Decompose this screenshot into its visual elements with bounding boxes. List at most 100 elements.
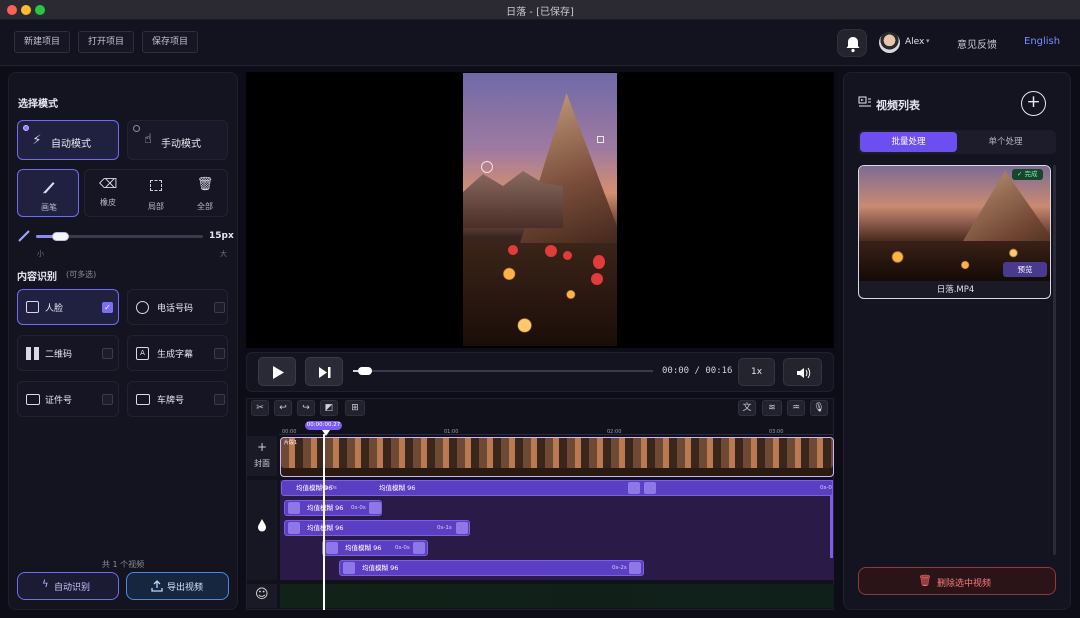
detect-id-label: 证件号 — [45, 396, 73, 406]
playhead-line[interactable] — [323, 434, 325, 610]
add-media-button[interactable]: ⊞ — [345, 400, 365, 416]
translate-icon: 文 — [742, 403, 752, 413]
cover-track-header[interactable]: + 封面 — [247, 436, 277, 476]
tab-batch[interactable]: 批量处理 — [860, 132, 957, 152]
add-video-button[interactable]: + — [1021, 91, 1046, 116]
effect-clip[interactable]: 均值模糊 96 0s-0s 均值模糊 96 0s-0s — [281, 480, 833, 496]
user-avatar[interactable] — [879, 32, 900, 53]
lightning-icon: ϟ — [42, 579, 49, 590]
language-switch[interactable]: English — [1024, 36, 1060, 47]
detect-id-card[interactable]: 证件号 — [17, 381, 119, 417]
playhead-time: 00:00:00.27 — [305, 421, 342, 430]
auto-wand-icon: ⚡ — [32, 133, 42, 148]
detect-qrcode-card[interactable]: 二维码 — [17, 335, 119, 371]
crop-button[interactable]: ◩ — [320, 400, 338, 416]
clip-handle[interactable] — [343, 562, 355, 574]
feedback-link[interactable]: 意见反馈 — [957, 36, 997, 51]
bell-icon — [846, 37, 860, 53]
detect-face-card[interactable]: 人脸 ✓ — [17, 289, 119, 325]
notification-button[interactable] — [837, 29, 867, 57]
new-project-button[interactable]: 新建项目 — [14, 31, 71, 53]
detect-section-title: 内容识别 — [17, 272, 57, 283]
subtitle-checkbox[interactable] — [214, 348, 225, 359]
clip-handle[interactable] — [644, 482, 656, 494]
auto-mode-label: 自动模式 — [51, 139, 91, 150]
play-button[interactable] — [258, 357, 296, 386]
cut-button[interactable]: ✂ — [251, 400, 269, 416]
detect-subtitle-card[interactable]: A 生成字幕 — [127, 335, 228, 371]
auto-detect-button[interactable]: ϟ 自动识别 — [17, 572, 119, 600]
crop-icon: ◩ — [324, 403, 334, 413]
effect-clip[interactable]: 均值模糊 96 0s-1s — [284, 520, 470, 536]
id-checkbox[interactable] — [102, 394, 113, 405]
list-scrollbar[interactable] — [1053, 165, 1056, 555]
auto-mode-card[interactable]: ⚡ 自动模式 — [17, 120, 119, 160]
video-frame[interactable] — [463, 73, 617, 346]
brush-tool-button[interactable]: 画笔 — [17, 169, 79, 217]
speed-button[interactable]: 1x — [738, 358, 775, 386]
region-label: 局部 — [148, 202, 164, 211]
chevron-down-icon[interactable]: ▾ — [926, 37, 930, 45]
volume-button[interactable] — [783, 358, 822, 386]
region-select-icon — [150, 180, 162, 191]
progress-track[interactable] — [353, 370, 653, 372]
status-badge: ✓ 完成 — [1012, 169, 1043, 180]
detect-plate-card[interactable]: 车牌号 — [127, 381, 228, 417]
preview-button[interactable]: 预览 — [1003, 262, 1047, 277]
voice-button[interactable]: ♒ — [787, 400, 805, 416]
eraser-tool-button[interactable]: ⌫ 橡皮 — [92, 176, 124, 212]
export-label: 导出视频 — [167, 583, 204, 593]
voice-icon: ♒ — [791, 403, 801, 413]
video-strip-track[interactable]: 片段1 — [280, 437, 834, 477]
clip-handle[interactable] — [456, 522, 468, 534]
brush-icon — [43, 182, 55, 194]
effect-clip[interactable]: 均值模糊 96 0s-0s — [284, 500, 382, 516]
face-blur-mask — [563, 251, 572, 260]
redo-icon: ↪ — [302, 403, 310, 413]
clip-handle[interactable] — [628, 482, 640, 494]
clip-handle[interactable] — [369, 502, 381, 514]
waveform-icon: ≋ — [768, 403, 776, 413]
detect-qrcode-label: 二维码 — [45, 350, 73, 360]
cover-label: 封面 — [254, 459, 270, 468]
handle-marker — [597, 136, 604, 143]
all-tool-button[interactable]: 🗑 全部 — [189, 176, 221, 212]
clip-label: 均值模糊 96 — [307, 524, 344, 532]
sticker-track[interactable] — [280, 584, 834, 608]
phone-checkbox[interactable] — [214, 302, 225, 313]
clip-handle[interactable] — [326, 542, 338, 554]
video-item[interactable]: ✓ 完成 预览 日落.MP4 — [858, 165, 1051, 299]
audio-wave-button[interactable]: ≋ — [762, 400, 782, 416]
user-name[interactable]: Alex — [905, 37, 924, 47]
delete-video-button[interactable]: 🗑 删除选中视频 — [858, 567, 1056, 595]
manual-mode-card[interactable]: ☝ 手动模式 — [127, 120, 228, 160]
clip-handle[interactable] — [288, 522, 300, 534]
slider-handle[interactable] — [52, 232, 69, 241]
progress-handle[interactable] — [358, 367, 372, 375]
brush-size-value: 15px — [209, 231, 234, 241]
face-checkbox[interactable]: ✓ — [102, 302, 113, 313]
sticker-track-header[interactable]: ☺ — [247, 584, 277, 608]
redo-button[interactable]: ↪ — [297, 400, 315, 416]
translate-button[interactable]: 文 — [738, 400, 756, 416]
tab-single[interactable]: 单个处理 — [957, 132, 1054, 152]
timeline-ruler — [279, 427, 834, 435]
undo-button[interactable]: ↩ — [274, 400, 292, 416]
license-plate-icon — [136, 394, 150, 405]
plate-checkbox[interactable] — [214, 394, 225, 405]
clip-handle[interactable] — [413, 542, 425, 554]
clip-time: 0s-2s — [612, 565, 627, 571]
qrcode-checkbox[interactable] — [102, 348, 113, 359]
region-tool-button[interactable]: 局部 — [140, 176, 172, 212]
next-frame-button[interactable] — [305, 357, 343, 386]
effect-clip[interactable]: 均值模糊 96 0s-2s — [339, 560, 644, 576]
effect-clip[interactable]: 均值模糊 96 0s-0s — [322, 540, 428, 556]
detect-phone-card[interactable]: 电话号码 — [127, 289, 228, 325]
save-project-button[interactable]: 保存项目 — [142, 31, 199, 53]
face-blur-mask — [591, 273, 603, 285]
microphone-button[interactable]: 🎙 — [810, 400, 828, 416]
open-project-button[interactable]: 打开项目 — [78, 31, 135, 53]
clip-handle[interactable] — [629, 562, 641, 574]
export-video-button[interactable]: 导出视频 — [126, 572, 229, 600]
clip-handle[interactable] — [288, 502, 300, 514]
